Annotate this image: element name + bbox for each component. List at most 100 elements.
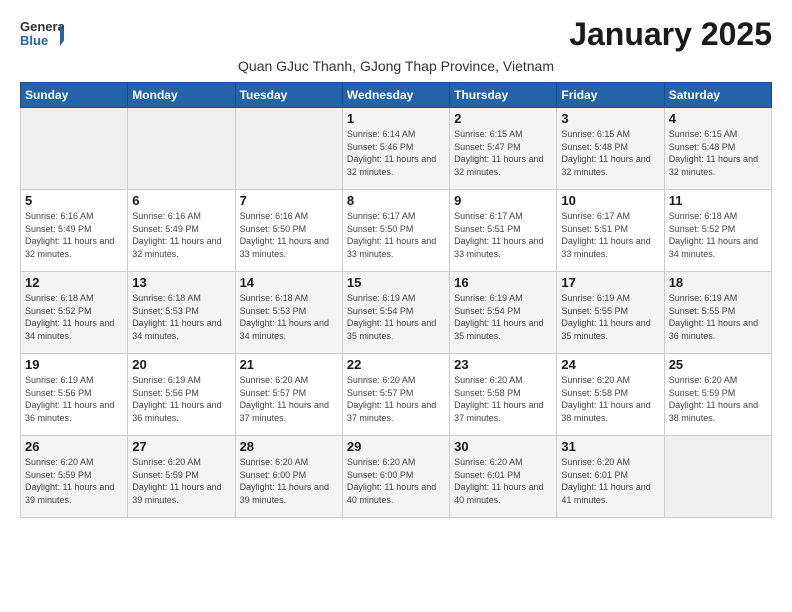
calendar-cell: 12 Sunrise: 6:18 AMSunset: 5:52 PMDaylig…	[21, 272, 128, 354]
calendar-cell: 30 Sunrise: 6:20 AMSunset: 6:01 PMDaylig…	[450, 436, 557, 518]
day-info: Sunrise: 6:18 AMSunset: 5:52 PMDaylight:…	[669, 211, 758, 259]
calendar-cell: 20 Sunrise: 6:19 AMSunset: 5:56 PMDaylig…	[128, 354, 235, 436]
calendar-cell: 6 Sunrise: 6:16 AMSunset: 5:49 PMDayligh…	[128, 190, 235, 272]
day-number: 12	[25, 275, 123, 290]
weekday-tuesday: Tuesday	[235, 83, 342, 108]
week-row-5: 26 Sunrise: 6:20 AMSunset: 5:59 PMDaylig…	[21, 436, 772, 518]
weekday-friday: Friday	[557, 83, 664, 108]
calendar-cell: 10 Sunrise: 6:17 AMSunset: 5:51 PMDaylig…	[557, 190, 664, 272]
calendar-cell	[21, 108, 128, 190]
day-number: 31	[561, 439, 659, 454]
day-info: Sunrise: 6:15 AMSunset: 5:48 PMDaylight:…	[669, 129, 758, 177]
day-info: Sunrise: 6:16 AMSunset: 5:49 PMDaylight:…	[25, 211, 114, 259]
day-info: Sunrise: 6:19 AMSunset: 5:55 PMDaylight:…	[669, 293, 758, 341]
day-number: 5	[25, 193, 123, 208]
day-info: Sunrise: 6:20 AMSunset: 5:58 PMDaylight:…	[454, 375, 543, 423]
day-info: Sunrise: 6:17 AMSunset: 5:51 PMDaylight:…	[561, 211, 650, 259]
day-number: 22	[347, 357, 445, 372]
day-info: Sunrise: 6:16 AMSunset: 5:50 PMDaylight:…	[240, 211, 329, 259]
calendar-subtitle: Quan GJuc Thanh, GJong Thap Province, Vi…	[20, 58, 772, 74]
day-info: Sunrise: 6:18 AMSunset: 5:53 PMDaylight:…	[132, 293, 221, 341]
weekday-wednesday: Wednesday	[342, 83, 449, 108]
day-number: 17	[561, 275, 659, 290]
day-info: Sunrise: 6:20 AMSunset: 5:57 PMDaylight:…	[240, 375, 329, 423]
day-number: 21	[240, 357, 338, 372]
svg-text:Blue: Blue	[20, 33, 48, 48]
calendar-cell: 9 Sunrise: 6:17 AMSunset: 5:51 PMDayligh…	[450, 190, 557, 272]
calendar-cell: 11 Sunrise: 6:18 AMSunset: 5:52 PMDaylig…	[664, 190, 771, 272]
day-info: Sunrise: 6:19 AMSunset: 5:56 PMDaylight:…	[25, 375, 114, 423]
day-number: 29	[347, 439, 445, 454]
calendar-cell: 17 Sunrise: 6:19 AMSunset: 5:55 PMDaylig…	[557, 272, 664, 354]
day-info: Sunrise: 6:17 AMSunset: 5:50 PMDaylight:…	[347, 211, 436, 259]
weekday-thursday: Thursday	[450, 83, 557, 108]
calendar-cell: 22 Sunrise: 6:20 AMSunset: 5:57 PMDaylig…	[342, 354, 449, 436]
day-number: 30	[454, 439, 552, 454]
calendar-cell: 1 Sunrise: 6:14 AMSunset: 5:46 PMDayligh…	[342, 108, 449, 190]
calendar-cell: 28 Sunrise: 6:20 AMSunset: 6:00 PMDaylig…	[235, 436, 342, 518]
week-row-3: 12 Sunrise: 6:18 AMSunset: 5:52 PMDaylig…	[21, 272, 772, 354]
calendar-cell: 31 Sunrise: 6:20 AMSunset: 6:01 PMDaylig…	[557, 436, 664, 518]
day-info: Sunrise: 6:17 AMSunset: 5:51 PMDaylight:…	[454, 211, 543, 259]
calendar-cell: 26 Sunrise: 6:20 AMSunset: 5:59 PMDaylig…	[21, 436, 128, 518]
day-number: 26	[25, 439, 123, 454]
calendar-cell: 15 Sunrise: 6:19 AMSunset: 5:54 PMDaylig…	[342, 272, 449, 354]
day-number: 9	[454, 193, 552, 208]
calendar-cell: 13 Sunrise: 6:18 AMSunset: 5:53 PMDaylig…	[128, 272, 235, 354]
day-info: Sunrise: 6:20 AMSunset: 5:59 PMDaylight:…	[669, 375, 758, 423]
day-info: Sunrise: 6:18 AMSunset: 5:53 PMDaylight:…	[240, 293, 329, 341]
day-number: 19	[25, 357, 123, 372]
calendar-cell	[235, 108, 342, 190]
logo-svg: General Blue	[20, 16, 64, 54]
day-number: 16	[454, 275, 552, 290]
day-info: Sunrise: 6:20 AMSunset: 6:00 PMDaylight:…	[240, 457, 329, 505]
day-info: Sunrise: 6:20 AMSunset: 5:59 PMDaylight:…	[132, 457, 221, 505]
calendar-page: General Blue January 2025 Quan GJuc Than…	[0, 0, 792, 612]
day-info: Sunrise: 6:19 AMSunset: 5:54 PMDaylight:…	[347, 293, 436, 341]
day-number: 14	[240, 275, 338, 290]
day-number: 8	[347, 193, 445, 208]
day-info: Sunrise: 6:15 AMSunset: 5:48 PMDaylight:…	[561, 129, 650, 177]
calendar-cell: 19 Sunrise: 6:19 AMSunset: 5:56 PMDaylig…	[21, 354, 128, 436]
svg-text:General: General	[20, 19, 64, 34]
calendar-cell: 29 Sunrise: 6:20 AMSunset: 6:00 PMDaylig…	[342, 436, 449, 518]
day-number: 3	[561, 111, 659, 126]
calendar-cell: 2 Sunrise: 6:15 AMSunset: 5:47 PMDayligh…	[450, 108, 557, 190]
day-info: Sunrise: 6:18 AMSunset: 5:52 PMDaylight:…	[25, 293, 114, 341]
calendar-cell: 18 Sunrise: 6:19 AMSunset: 5:55 PMDaylig…	[664, 272, 771, 354]
calendar-cell: 3 Sunrise: 6:15 AMSunset: 5:48 PMDayligh…	[557, 108, 664, 190]
calendar-cell: 27 Sunrise: 6:20 AMSunset: 5:59 PMDaylig…	[128, 436, 235, 518]
calendar-cell: 24 Sunrise: 6:20 AMSunset: 5:58 PMDaylig…	[557, 354, 664, 436]
calendar-cell: 8 Sunrise: 6:17 AMSunset: 5:50 PMDayligh…	[342, 190, 449, 272]
day-number: 25	[669, 357, 767, 372]
day-info: Sunrise: 6:14 AMSunset: 5:46 PMDaylight:…	[347, 129, 436, 177]
calendar-cell: 4 Sunrise: 6:15 AMSunset: 5:48 PMDayligh…	[664, 108, 771, 190]
day-number: 6	[132, 193, 230, 208]
calendar-cell: 25 Sunrise: 6:20 AMSunset: 5:59 PMDaylig…	[664, 354, 771, 436]
day-info: Sunrise: 6:19 AMSunset: 5:56 PMDaylight:…	[132, 375, 221, 423]
week-row-1: 1 Sunrise: 6:14 AMSunset: 5:46 PMDayligh…	[21, 108, 772, 190]
weekday-monday: Monday	[128, 83, 235, 108]
day-info: Sunrise: 6:20 AMSunset: 6:01 PMDaylight:…	[454, 457, 543, 505]
day-number: 24	[561, 357, 659, 372]
logo: General Blue	[20, 16, 64, 54]
day-number: 7	[240, 193, 338, 208]
day-number: 28	[240, 439, 338, 454]
month-title: January 2025	[569, 16, 772, 53]
calendar-cell: 21 Sunrise: 6:20 AMSunset: 5:57 PMDaylig…	[235, 354, 342, 436]
day-info: Sunrise: 6:15 AMSunset: 5:47 PMDaylight:…	[454, 129, 543, 177]
day-number: 2	[454, 111, 552, 126]
day-info: Sunrise: 6:19 AMSunset: 5:54 PMDaylight:…	[454, 293, 543, 341]
week-row-2: 5 Sunrise: 6:16 AMSunset: 5:49 PMDayligh…	[21, 190, 772, 272]
calendar-cell: 5 Sunrise: 6:16 AMSunset: 5:49 PMDayligh…	[21, 190, 128, 272]
calendar-table: SundayMondayTuesdayWednesdayThursdayFrid…	[20, 82, 772, 518]
day-info: Sunrise: 6:19 AMSunset: 5:55 PMDaylight:…	[561, 293, 650, 341]
header-top: General Blue January 2025	[20, 16, 772, 54]
day-number: 4	[669, 111, 767, 126]
calendar-cell	[664, 436, 771, 518]
day-info: Sunrise: 6:20 AMSunset: 5:59 PMDaylight:…	[25, 457, 114, 505]
day-info: Sunrise: 6:20 AMSunset: 6:01 PMDaylight:…	[561, 457, 650, 505]
day-number: 13	[132, 275, 230, 290]
weekday-saturday: Saturday	[664, 83, 771, 108]
calendar-cell: 7 Sunrise: 6:16 AMSunset: 5:50 PMDayligh…	[235, 190, 342, 272]
